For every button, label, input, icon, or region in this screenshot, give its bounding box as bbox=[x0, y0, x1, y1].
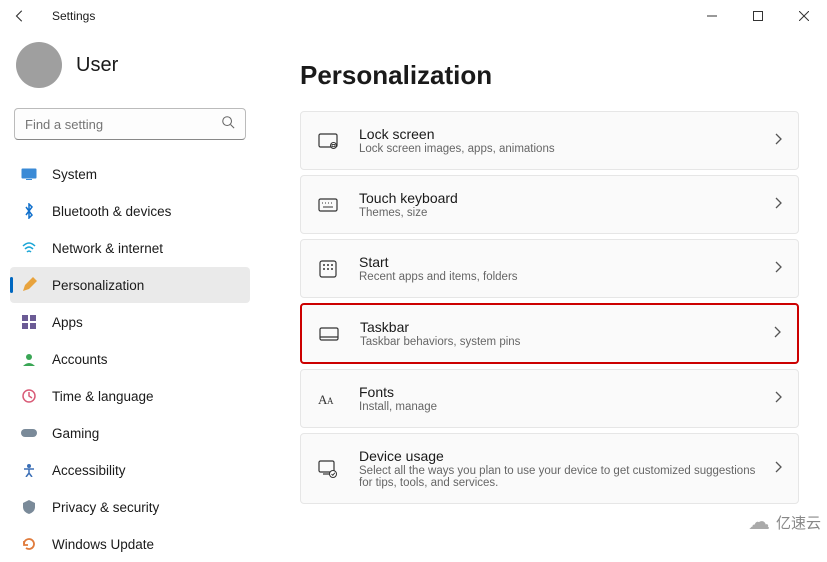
sidebar-item-system[interactable]: System bbox=[10, 156, 250, 192]
sidebar-item-label: Accessibility bbox=[52, 463, 126, 478]
sidebar-item-time[interactable]: Time & language bbox=[10, 378, 250, 414]
maximize-button[interactable] bbox=[735, 0, 781, 32]
chevron-right-icon bbox=[774, 260, 782, 278]
start-icon bbox=[317, 258, 339, 280]
setting-lock-screen[interactable]: Lock screen Lock screen images, apps, an… bbox=[300, 111, 799, 170]
setting-title: Taskbar bbox=[360, 319, 763, 335]
chevron-right-icon bbox=[774, 132, 782, 150]
setting-sub: Themes, size bbox=[359, 207, 764, 219]
setting-sub: Recent apps and items, folders bbox=[359, 271, 764, 283]
gaming-icon bbox=[20, 424, 38, 442]
main-content: Personalization Lock screen Lock screen … bbox=[260, 32, 827, 541]
device-usage-icon bbox=[317, 458, 339, 480]
search-box[interactable] bbox=[14, 108, 246, 140]
sidebar-item-label: Privacy & security bbox=[52, 500, 159, 515]
setting-sub: Taskbar behaviors, system pins bbox=[360, 336, 763, 348]
sidebar-item-label: Apps bbox=[52, 315, 83, 330]
close-button[interactable] bbox=[781, 0, 827, 32]
sidebar-item-apps[interactable]: Apps bbox=[10, 304, 250, 340]
setting-title: Device usage bbox=[359, 448, 764, 464]
sidebar-item-update[interactable]: Windows Update bbox=[10, 526, 250, 562]
minimize-button[interactable] bbox=[689, 0, 735, 32]
fonts-icon: AA bbox=[317, 388, 339, 410]
setting-touch-keyboard[interactable]: Touch keyboard Themes, size bbox=[300, 175, 799, 234]
window-buttons bbox=[689, 0, 827, 32]
sidebar-item-label: Accounts bbox=[52, 352, 108, 367]
apps-icon bbox=[20, 313, 38, 331]
setting-sub: Select all the ways you plan to use your… bbox=[359, 465, 764, 489]
setting-device-usage[interactable]: Device usage Select all the ways you pla… bbox=[300, 433, 799, 504]
sidebar-item-label: Personalization bbox=[52, 278, 144, 293]
sidebar-item-label: Bluetooth & devices bbox=[52, 204, 171, 219]
accessibility-icon bbox=[20, 461, 38, 479]
back-button[interactable] bbox=[8, 4, 32, 28]
minimize-icon bbox=[707, 11, 717, 21]
sidebar-item-label: Gaming bbox=[52, 426, 99, 441]
sidebar-item-accounts[interactable]: Accounts bbox=[10, 341, 250, 377]
watermark: ☁ 亿速云 bbox=[748, 509, 821, 535]
sidebar-item-gaming[interactable]: Gaming bbox=[10, 415, 250, 451]
cloud-icon: ☁ bbox=[748, 509, 770, 535]
chevron-right-icon bbox=[773, 325, 781, 343]
system-icon bbox=[20, 165, 38, 183]
sidebar-item-bluetooth[interactable]: Bluetooth & devices bbox=[10, 193, 250, 229]
arrow-left-icon bbox=[13, 9, 27, 23]
time-icon bbox=[20, 387, 38, 405]
chevron-right-icon bbox=[774, 390, 782, 408]
setting-title: Fonts bbox=[359, 384, 764, 400]
user-info[interactable]: User bbox=[10, 32, 250, 104]
personalization-icon bbox=[20, 276, 38, 294]
setting-fonts[interactable]: AA Fonts Install, manage bbox=[300, 369, 799, 428]
lock-screen-icon bbox=[317, 130, 339, 152]
avatar bbox=[16, 42, 62, 88]
search-icon bbox=[221, 115, 235, 134]
watermark-text: 亿速云 bbox=[776, 512, 821, 533]
taskbar-icon bbox=[318, 323, 340, 345]
close-icon bbox=[799, 11, 809, 21]
sidebar: User System Bluetooth & devices Network … bbox=[0, 32, 260, 541]
sidebar-item-label: Network & internet bbox=[52, 241, 163, 256]
window-title: Settings bbox=[52, 9, 95, 23]
setting-title: Start bbox=[359, 254, 764, 270]
keyboard-icon bbox=[317, 194, 339, 216]
bluetooth-icon bbox=[20, 202, 38, 220]
setting-title: Touch keyboard bbox=[359, 190, 764, 206]
sidebar-item-label: Time & language bbox=[52, 389, 154, 404]
chevron-right-icon bbox=[774, 196, 782, 214]
sidebar-item-label: Windows Update bbox=[52, 537, 154, 552]
sidebar-item-label: System bbox=[52, 167, 97, 182]
accounts-icon bbox=[20, 350, 38, 368]
privacy-icon bbox=[20, 498, 38, 516]
nav-list: System Bluetooth & devices Network & int… bbox=[10, 156, 250, 562]
sidebar-item-accessibility[interactable]: Accessibility bbox=[10, 452, 250, 488]
sidebar-item-privacy[interactable]: Privacy & security bbox=[10, 489, 250, 525]
sidebar-item-personalization[interactable]: Personalization bbox=[10, 267, 250, 303]
svg-text:A: A bbox=[327, 396, 334, 406]
setting-taskbar[interactable]: Taskbar Taskbar behaviors, system pins bbox=[300, 303, 799, 364]
chevron-right-icon bbox=[774, 460, 782, 478]
sidebar-item-network[interactable]: Network & internet bbox=[10, 230, 250, 266]
search-input[interactable] bbox=[25, 117, 221, 132]
setting-sub: Lock screen images, apps, animations bbox=[359, 143, 764, 155]
setting-title: Lock screen bbox=[359, 126, 764, 142]
title-bar: Settings bbox=[0, 0, 827, 32]
setting-start[interactable]: Start Recent apps and items, folders bbox=[300, 239, 799, 298]
setting-sub: Install, manage bbox=[359, 401, 764, 413]
page-title: Personalization bbox=[300, 60, 799, 91]
user-name: User bbox=[76, 54, 118, 77]
update-icon bbox=[20, 535, 38, 553]
network-icon bbox=[20, 239, 38, 257]
maximize-icon bbox=[753, 11, 763, 21]
